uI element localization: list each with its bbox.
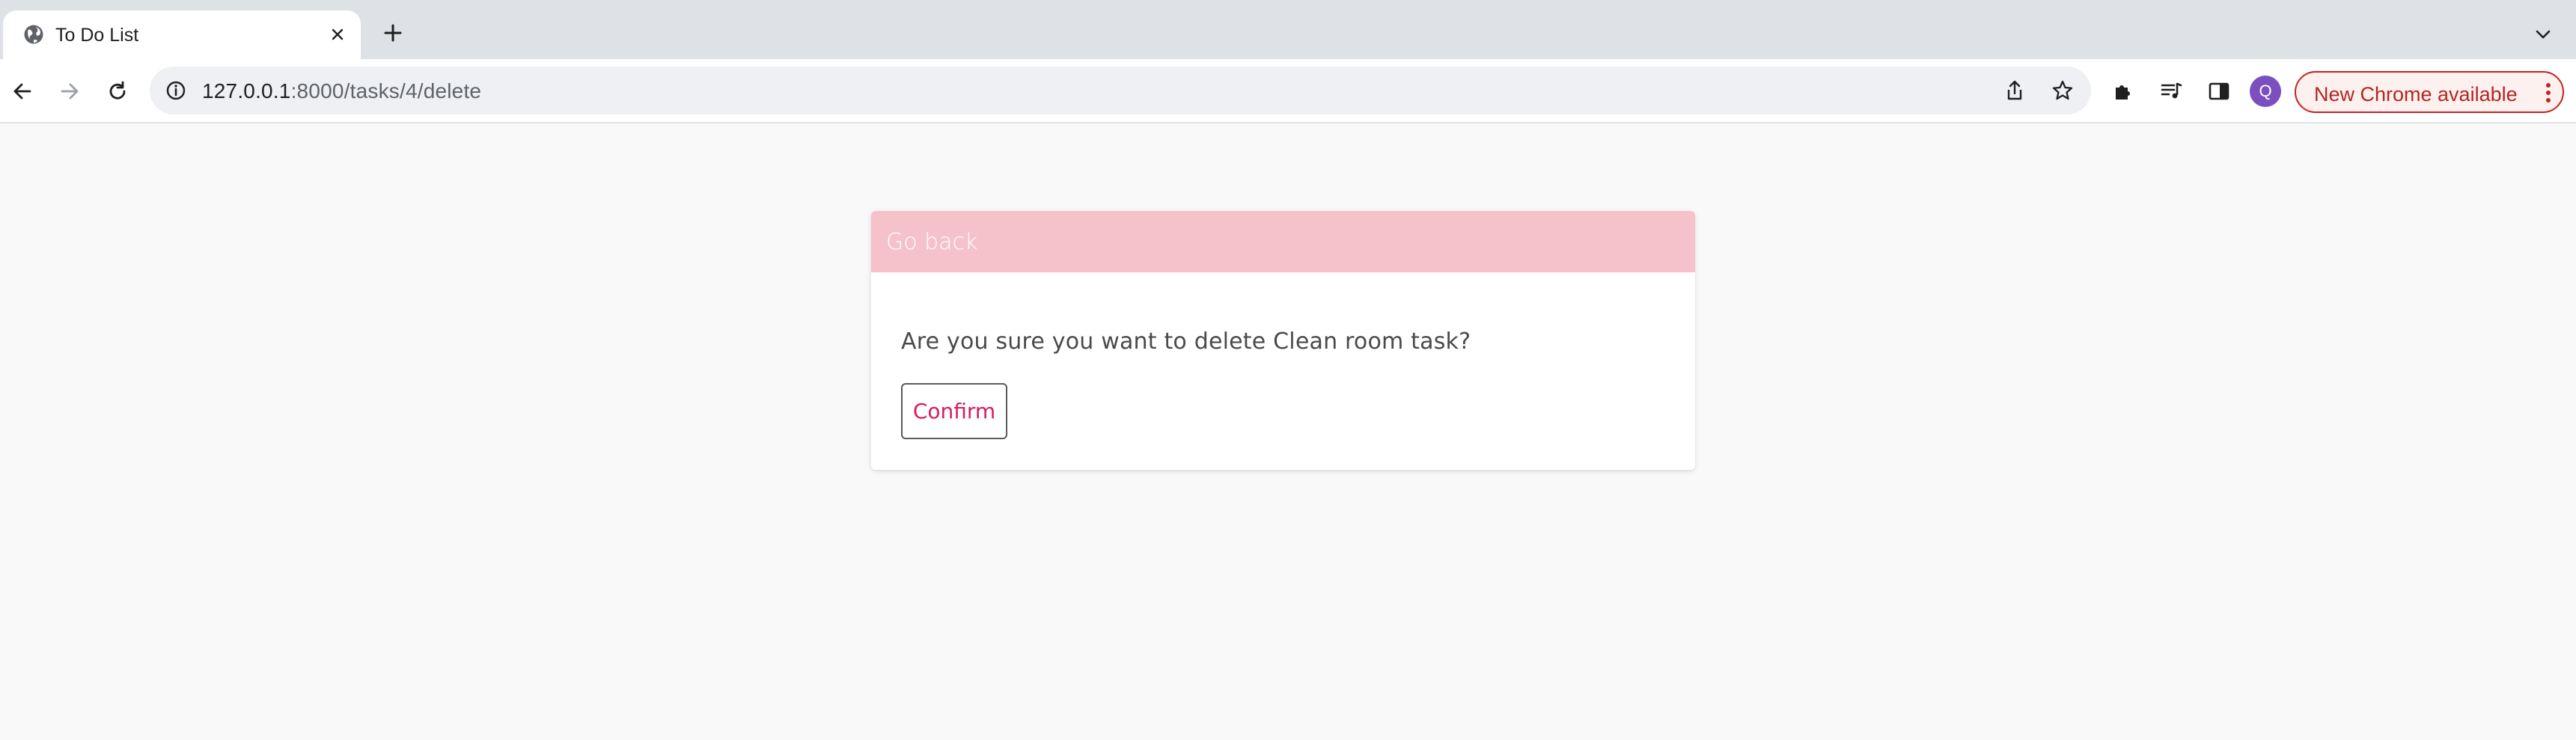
new-tab-button[interactable]: [378, 18, 408, 48]
browser-toolbar: 127.0.0.1:8000/tasks/4/delete Q New Chro…: [0, 59, 2576, 123]
media-controls-icon[interactable]: [2156, 76, 2186, 106]
bookmark-star-icon[interactable]: [2049, 77, 2076, 104]
arrow-right-icon: [61, 83, 79, 100]
tab-strip: To Do List: [0, 0, 2576, 59]
delete-question: Are you sure you want to delete Clean ro…: [901, 328, 1471, 355]
plus-icon: [384, 24, 402, 42]
back-button[interactable]: [5, 74, 40, 108]
url-host: 127.0.0.1: [202, 79, 291, 103]
tab-title: To Do List: [55, 25, 139, 46]
globe-icon: [22, 23, 45, 46]
profile-avatar[interactable]: Q: [2250, 76, 2281, 107]
go-back-link[interactable]: Go back: [886, 229, 977, 255]
url-text: 127.0.0.1:8000/tasks/4/delete: [202, 79, 481, 103]
url-path: :8000/tasks/4/delete: [290, 79, 482, 103]
delete-confirmation-card: Go back Are you sure you want to delete …: [871, 211, 1695, 470]
extensions-icon[interactable]: [2108, 76, 2138, 106]
card-header: Go back: [871, 211, 1695, 272]
page-content: Go back Are you sure you want to delete …: [0, 123, 2576, 740]
address-bar[interactable]: 127.0.0.1:8000/tasks/4/delete: [150, 67, 2091, 114]
browser-tab[interactable]: To Do List: [3, 10, 361, 59]
new-chrome-available-button[interactable]: New Chrome available: [2295, 71, 2564, 113]
share-icon[interactable]: [2001, 77, 2028, 104]
chevron-down-icon: [2536, 30, 2551, 39]
forward-button[interactable]: [52, 74, 87, 108]
side-panel-icon[interactable]: [2204, 76, 2234, 106]
reload-button[interactable]: [100, 74, 135, 108]
arrow-left-icon: [13, 83, 31, 100]
site-info-icon[interactable]: [165, 79, 187, 102]
close-tab-icon[interactable]: [326, 23, 349, 46]
update-label: New Chrome available: [2314, 83, 2518, 106]
reload-icon: [109, 81, 126, 100]
confirm-button[interactable]: Confirm: [901, 383, 1007, 439]
kebab-menu-icon[interactable]: [2537, 80, 2560, 106]
tab-search-button[interactable]: [2528, 19, 2558, 49]
